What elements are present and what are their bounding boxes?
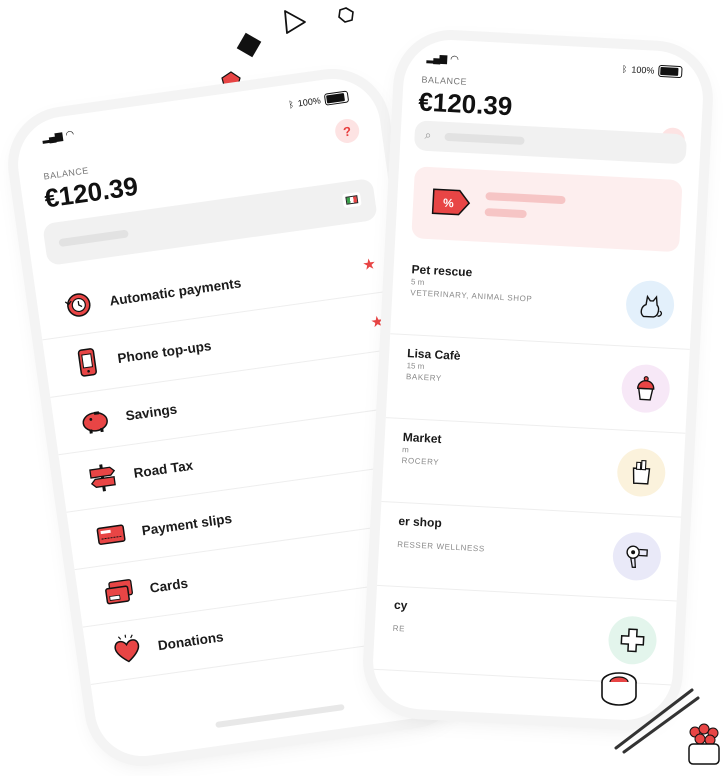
battery-percent: 100%	[631, 64, 655, 76]
cards-icon	[98, 571, 141, 614]
phone-icon	[65, 341, 108, 384]
decorative-red-pentagon-icon	[221, 71, 241, 90]
menu-item-label: Phone top-ups	[116, 337, 213, 366]
promo-placeholder-line	[484, 207, 527, 219]
signal-icon: ▂▄▆	[41, 130, 63, 145]
store-category: ROCERY	[401, 455, 440, 467]
favorite-star-icon[interactable]: ★	[361, 254, 377, 274]
store-category: VETERINARY, ANIMAL SHOP	[410, 288, 533, 304]
menu-item-label: Donations	[156, 628, 225, 653]
wifi-icon: ◠	[449, 53, 460, 66]
store-category: BAKERY	[405, 372, 443, 383]
right-phone-screen: ▂▄▆ ◠ ᛒ 100% BALANCE €120.39 ? ⌕ % Pet r…	[370, 37, 706, 723]
bluetooth-icon: ᛒ	[287, 99, 295, 110]
sushi-nigiri-icon	[688, 723, 720, 765]
decorative-hexagon-icon	[338, 7, 354, 23]
menu-item-label: Payment slips	[140, 510, 233, 538]
promo-placeholder-line	[485, 192, 566, 205]
search-icon: ⌕	[424, 127, 432, 143]
home-indicator	[214, 704, 345, 729]
status-battery: ᛒ 100%	[287, 90, 350, 111]
battery-icon	[323, 90, 350, 106]
store-name: Lisa Cafè	[406, 346, 461, 363]
cat-icon	[624, 279, 676, 330]
store-name: Market	[402, 430, 442, 447]
balance-label: BALANCE	[421, 74, 468, 87]
grocery-bag-icon	[616, 447, 667, 498]
status-battery: ᛒ 100%	[621, 63, 683, 79]
bluetooth-icon: ᛒ	[621, 63, 628, 75]
decorative-triangle-icon	[284, 10, 306, 34]
search-input[interactable]: ⌕	[413, 120, 688, 165]
search-placeholder	[58, 229, 129, 248]
wifi-icon: ◠	[64, 129, 75, 142]
cupcake-icon	[620, 363, 671, 414]
menu-item-label: Cards	[148, 575, 189, 596]
store-category: RE	[392, 623, 406, 634]
svg-text:%: %	[443, 196, 455, 211]
heart-icon	[106, 628, 149, 671]
store-name: cy	[393, 597, 408, 613]
search-placeholder	[444, 132, 525, 145]
favorite-star-icon[interactable]: ★	[369, 312, 386, 332]
menu-item-label: Automatic payments	[108, 274, 243, 309]
store-distance: m	[401, 444, 410, 455]
payment-slip-icon	[90, 513, 133, 556]
status-signal: ▂▄▆ ◠	[42, 129, 75, 144]
battery-icon	[658, 64, 683, 79]
menu-item-label: Savings	[124, 400, 178, 423]
pharmacy-cross-icon	[607, 615, 658, 666]
menu-item-label: Road Tax	[132, 457, 194, 481]
store-name: er shop	[398, 513, 443, 531]
store-distance: 15 m	[406, 361, 425, 372]
automatic-payments-icon	[57, 284, 100, 327]
store-category: RESSER WELLNESS	[396, 539, 486, 554]
hair-dryer-icon	[611, 531, 663, 582]
discount-tag-icon: %	[428, 183, 474, 226]
road-sign-icon	[82, 456, 125, 499]
promo-banner[interactable]: %	[411, 166, 683, 253]
status-signal: ▂▄▆ ◠	[426, 53, 459, 66]
store-distance: 5 m	[410, 277, 425, 287]
decorative-square-icon	[236, 32, 262, 58]
signal-icon: ▂▄▆	[426, 52, 447, 65]
card-flag-icon	[341, 191, 362, 209]
battery-percent: 100%	[297, 95, 322, 109]
balance-amount: €120.39	[417, 86, 514, 122]
help-button[interactable]: ?	[333, 117, 361, 145]
piggy-bank-icon	[73, 398, 116, 441]
